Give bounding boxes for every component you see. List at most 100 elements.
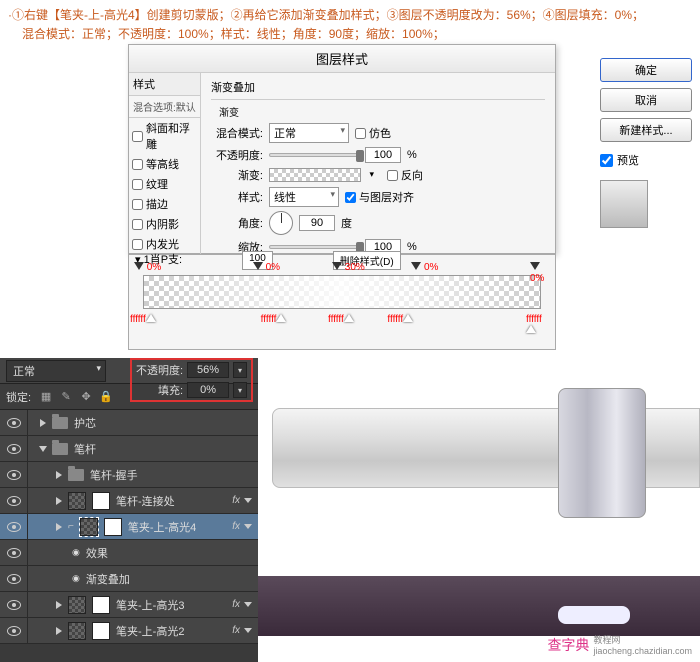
layer-name: 笔杆-连接处 [116,493,175,509]
sidebar-header: 样式 [129,73,200,96]
sidebar-sub[interactable]: 混合选项:默认 [129,96,200,118]
layer-name: 笔夹-上-高光3 [116,597,184,613]
mask-thumbnail[interactable] [104,518,122,536]
folder-icon [52,417,68,429]
layer-thumbnail[interactable] [68,622,86,640]
visibility-icon[interactable] [7,496,21,506]
dark-area: 正常 锁定: ▦ ✎ ✥ 🔒 不透明度: 56% ▾ 填充: 0% ▾ 护芯笔杆… [0,358,700,662]
disclosure-icon[interactable] [56,627,62,635]
angle-input[interactable]: 90 [299,215,335,231]
color-stop[interactable]: ffffff [261,314,287,325]
color-stop[interactable]: ffffff [328,314,354,325]
color-stop[interactable]: ffffff [526,314,542,336]
visibility-icon[interactable] [7,418,21,428]
reverse-checkbox[interactable] [387,170,398,181]
opacity-slider[interactable] [269,153,359,157]
instruction-text: ·①右键【笔夹-上-高光4】创建剪切蒙版；②再给它添加渐变叠加样式；③图层不透明… [0,0,700,50]
panel-fill-input[interactable]: 0% [187,382,229,398]
disclosure-icon[interactable] [56,523,62,531]
layer-style-dialog: 图层样式 样式 混合选项:默认 斜面和浮雕 等高线 纹理 描边 内阴影 内发光 … [128,44,556,254]
lock-move-icon[interactable]: ✥ [79,390,93,404]
lock-transparent-icon[interactable]: ▦ [39,390,53,404]
contour-checkbox[interactable] [132,159,143,170]
layer-thumbnail[interactable] [80,518,98,536]
sidebar-item-stroke[interactable]: 描边 [129,194,200,214]
visibility-icon[interactable] [7,548,21,558]
layer-name: 笔夹-上-高光4 [128,519,196,535]
disclosure-icon[interactable] [56,497,62,505]
layer-name: 笔夹-上-高光2 [116,623,184,639]
layer-row[interactable]: 笔夹-上-高光3 fx [0,592,258,618]
folder-icon [52,443,68,455]
ok-button[interactable]: 确定 [600,58,692,82]
lock-all-icon[interactable]: 🔒 [99,390,113,404]
layer-row[interactable]: 笔杆-连接处 fx [0,488,258,514]
disclosure-icon[interactable] [40,419,46,427]
fx-indicator[interactable]: fx [232,521,252,532]
panel-fill-label: 填充: [158,382,183,398]
sidebar-item-bevel[interactable]: 斜面和浮雕 [129,118,200,154]
opacity-stop[interactable]: 30% [332,262,365,273]
lock-paint-icon[interactable]: ✎ [59,390,73,404]
sidebar-item-contour[interactable]: 等高线 [129,154,200,174]
layer-row[interactable]: ⌐ 笔夹-上-高光4 fx [0,514,258,540]
scale-slider[interactable] [269,245,359,249]
color-stop[interactable]: ffffff [387,314,413,325]
fx-indicator[interactable]: fx [232,625,252,636]
style-select[interactable]: 线性 [269,187,339,207]
bevel-checkbox[interactable] [132,131,143,142]
visibility-icon[interactable] [7,522,21,532]
gradient-swatch[interactable] [269,168,361,182]
layer-row[interactable]: 笔夹-上-高光2 fx [0,618,258,644]
opacity-stop[interactable]: 0% [530,262,544,284]
opacity-input[interactable]: 100 [365,147,401,163]
color-stop[interactable]: ffffff [130,314,156,325]
visibility-icon[interactable] [7,574,21,584]
pen-tip [558,606,630,624]
blend-mode-select[interactable]: 正常 [6,360,106,382]
mask-thumbnail[interactable] [92,492,110,510]
clip-icon: ⌐ [68,521,74,532]
dither-checkbox[interactable] [355,128,366,139]
disclosure-icon[interactable] [39,446,47,452]
visibility-icon[interactable] [7,444,21,454]
opacity-stop[interactable]: 0% [253,262,280,273]
effect-row[interactable]: ◉效果 [0,540,258,566]
align-checkbox[interactable] [345,192,356,203]
opacity-stop[interactable]: 0% [134,262,161,273]
visibility-icon[interactable] [7,600,21,610]
disclosure-icon[interactable] [56,601,62,609]
gradient-bar[interactable]: 0% 0% 30% 0% 0%fffffffffffffffffffffffff… [143,275,541,309]
blend-select[interactable]: 正常 [269,123,349,143]
innerglow-checkbox[interactable] [132,239,143,250]
group-row[interactable]: 笔杆 [0,436,258,462]
lock-label: 锁定: [6,389,31,405]
cancel-button[interactable]: 取消 [600,88,692,112]
group-row[interactable]: 笔杆-握手 [0,462,258,488]
innershadow-checkbox[interactable] [132,219,143,230]
opacity-stop[interactable]: 0% [411,262,438,273]
angle-dial[interactable] [269,211,293,235]
panel-fill-dropdown[interactable]: ▾ [233,382,247,398]
layer-thumbnail[interactable] [68,492,86,510]
group-row[interactable]: 护芯 [0,410,258,436]
visibility-icon[interactable] [7,626,21,636]
panel-opacity-dropdown[interactable]: ▾ [233,362,247,378]
visibility-icon[interactable] [7,470,21,480]
sidebar-item-texture[interactable]: 纹理 [129,174,200,194]
effect-row[interactable]: ◉渐变叠加 [0,566,258,592]
fx-indicator[interactable]: fx [232,599,252,610]
new-style-button[interactable]: 新建样式... [600,118,692,142]
angle-label: 角度: [211,215,263,231]
mask-thumbnail[interactable] [92,596,110,614]
layer-thumbnail[interactable] [68,596,86,614]
fx-indicator[interactable]: fx [232,495,252,506]
mask-thumbnail[interactable] [92,622,110,640]
texture-checkbox[interactable] [132,179,143,190]
preview-checkbox[interactable] [600,154,613,167]
layer-name: 笔杆 [74,441,96,457]
stroke-checkbox[interactable] [132,199,143,210]
disclosure-icon[interactable] [56,471,62,479]
panel-opacity-input[interactable]: 56% [187,362,229,378]
sidebar-item-innershadow[interactable]: 内阴影 [129,214,200,234]
